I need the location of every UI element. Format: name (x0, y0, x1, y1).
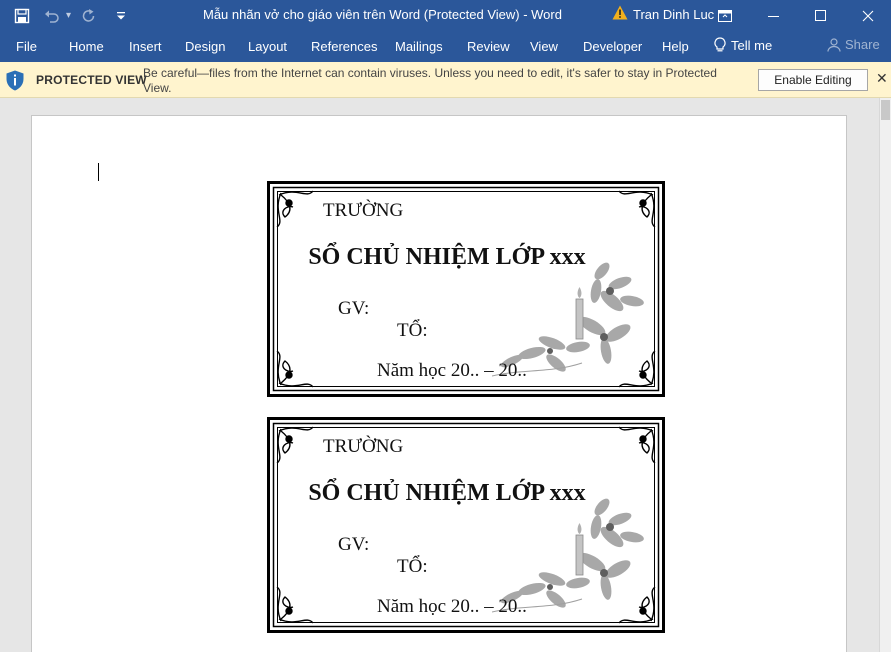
document-title: Mẫu nhãn vở cho giáo viên trên Word (Pro… (203, 7, 562, 22)
protected-view-message: Be careful—files from the Internet can c… (143, 66, 717, 95)
tell-me-label: Tell me (731, 37, 773, 53)
label-heading: SỔ CHỦ NHIỆM LỚP xxx (308, 480, 586, 506)
redo-icon[interactable] (77, 4, 101, 28)
tab-view[interactable]: View (530, 39, 558, 54)
tab-developer[interactable]: Developer (583, 39, 642, 54)
share-label: Share (845, 37, 880, 52)
tab-file[interactable]: File (16, 39, 37, 54)
tab-design[interactable]: Design (185, 39, 225, 54)
tab-references[interactable]: References (311, 39, 377, 54)
protected-view-title: PROTECTED VIEW (36, 73, 147, 87)
group-field: TỔ: (397, 556, 428, 577)
ribbon-tabs: File Home Insert Design Layout Reference… (0, 31, 891, 62)
undo-dropdown-icon[interactable]: ▾ (66, 10, 71, 21)
quick-access-toolbar: ▾ (0, 0, 133, 31)
teacher-field: GV: (338, 534, 370, 555)
teacher-field: GV: (338, 298, 370, 319)
share-person-icon (827, 37, 841, 52)
close-icon[interactable] (844, 0, 891, 31)
school-year-field: Năm học 20.. – 20.. (377, 596, 527, 617)
group-field: TỔ: (397, 320, 428, 341)
text-cursor (98, 163, 99, 181)
save-icon[interactable] (10, 4, 34, 28)
lightbulb-icon (714, 37, 726, 52)
title-bar: ▾ Mẫu nhãn vở cho giáo viên trên Word (P… (0, 0, 891, 31)
tab-help[interactable]: Help (662, 39, 689, 54)
tab-home[interactable]: Home (69, 39, 104, 54)
close-bar-icon[interactable]: ✕ (876, 70, 888, 87)
school-field: TRƯỜNG (323, 200, 404, 221)
enable-editing-button[interactable]: Enable Editing (758, 69, 868, 91)
label-heading: SỔ CHỦ NHIỆM LỚP xxx (308, 244, 586, 270)
maximize-icon[interactable] (797, 0, 844, 31)
vertical-scrollbar[interactable] (879, 98, 891, 652)
window-controls (700, 0, 891, 31)
tab-review[interactable]: Review (467, 39, 510, 54)
share-button[interactable]: Share (827, 37, 880, 52)
school-year-field: Năm học 20.. – 20.. (377, 360, 527, 381)
school-field: TRƯỜNG (323, 436, 404, 457)
notebook-label: TRƯỜNG SỔ CHỦ NHIỆM LỚP xxx GV: TỔ: Năm … (267, 181, 665, 397)
warning-icon (612, 5, 628, 23)
tell-me-box[interactable]: Tell me (714, 37, 772, 53)
undo-icon[interactable] (40, 4, 64, 28)
scrollbar-thumb[interactable] (881, 100, 890, 120)
tab-mailings[interactable]: Mailings (395, 39, 443, 54)
tab-insert[interactable]: Insert (129, 39, 162, 54)
tab-layout[interactable]: Layout (248, 39, 287, 54)
notebook-label: TRƯỜNG SỔ CHỦ NHIỆM LỚP xxx GV: TỔ: Năm … (267, 417, 665, 633)
minimize-icon[interactable] (750, 0, 797, 31)
shield-icon (6, 70, 24, 96)
user-account[interactable]: Tran Dinh Luc (612, 5, 714, 23)
ribbon-display-icon[interactable] (700, 0, 750, 31)
customize-qat-icon[interactable] (109, 4, 133, 28)
